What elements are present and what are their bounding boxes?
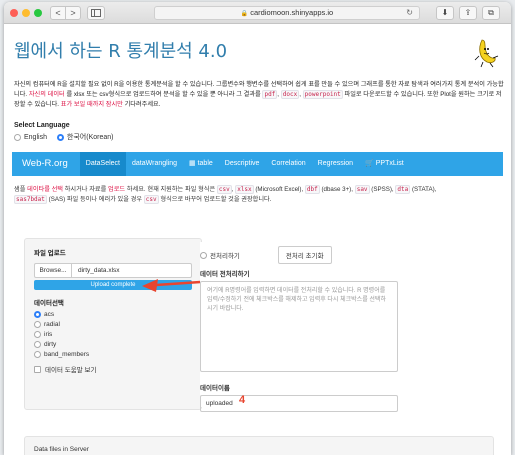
tab-descriptive[interactable]: Descriptive	[219, 152, 266, 176]
share-icon[interactable]: ⇪	[459, 6, 477, 20]
browse-button[interactable]: Browse...	[34, 263, 72, 278]
tab-table[interactable]: ▦ table	[183, 152, 219, 176]
notice-text: (SAS) 파일 등이나 에러가 있을 경우	[48, 195, 143, 203]
tab-regression[interactable]: Regression	[312, 152, 359, 176]
intro-description: 자신의 컴퓨터에 R을 설치할 필요 없이 R을 이용한 통계분석을 할 수 있…	[14, 81, 504, 108]
dancing-banana-icon	[474, 39, 499, 68]
minimize-window-button[interactable]	[22, 9, 30, 17]
radio-label: radial	[44, 320, 60, 328]
radio-button[interactable]	[34, 330, 41, 338]
reload-icon[interactable]: ↻	[406, 7, 413, 19]
upload-label: 파일 업로드	[34, 250, 66, 257]
file-upload-control[interactable]: Browse... dirty_data.xlsx	[34, 263, 192, 278]
notice-highlight: 데이타를 선택	[27, 185, 63, 193]
dataname-label: 데이터이름	[200, 385, 230, 392]
dataname-value: uploaded	[206, 400, 233, 407]
zoom-window-button[interactable]	[34, 9, 42, 17]
browser-toolbar: < > 🔒 cardiomoon.shinyapps.io ↻ ⬇ ⇪ ⧉	[4, 2, 511, 24]
code-csv: csv	[143, 194, 159, 204]
notice-text: 하세요. 현재 지원하는 파일 형식은	[126, 185, 216, 193]
radio-button-selected[interactable]	[34, 310, 41, 318]
code-powerpoint: powerpoint	[302, 90, 343, 99]
notice-highlight: 업로드	[108, 185, 126, 193]
tab-dataselect[interactable]: DataSelect	[79, 151, 127, 176]
page-title: 웹에서 하는 R 통계분석 4.0	[14, 41, 228, 62]
tab-pptxlist[interactable]: 🛒 PPTxList	[359, 152, 410, 176]
file-format-notice: 샘플 데이타를 선택 하시거나 자료를 업로드 하세요. 현재 지원하는 파일 …	[14, 184, 437, 204]
desc-text: 기다려주세요.	[124, 101, 161, 108]
server-files-label: Data files in Server	[34, 446, 89, 453]
dataset-option-iris[interactable]: iris	[34, 330, 192, 338]
language-radio-group: English 한국어(Korean)	[14, 132, 501, 143]
download-icon[interactable]: ⬇	[436, 6, 454, 20]
close-window-button[interactable]	[10, 9, 18, 17]
checkbox-label: 데이터 도움말 보기	[45, 367, 97, 374]
address-bar[interactable]: 🔒 cardiomoon.shinyapps.io ↻	[154, 6, 420, 20]
radio-button[interactable]	[34, 340, 41, 348]
radio-label: dirty	[44, 340, 57, 348]
notice-text: 형식으로 바꾸어 업로드할 것을 권장합니다.	[160, 195, 272, 203]
code-dta: dta	[395, 184, 411, 194]
code-sas7bdat: sas7bdat	[14, 194, 47, 204]
preprocess-row: 전처리하기 전처리 초기화	[200, 246, 500, 264]
preprocess-textarea-label: 데이터 전처리하기	[200, 271, 250, 278]
upload-sidebar-panel: 파일 업로드 Browse... dirty_data.xlsx Upload …	[24, 238, 202, 410]
checkbox[interactable]	[34, 365, 41, 373]
preprocess-checkbox[interactable]: 전처리하기	[200, 250, 240, 260]
tabs-overview-icon[interactable]: ⧉	[482, 6, 500, 20]
desc-highlight: 표가 보일 때까지 잠시만	[60, 101, 123, 108]
code-dbf: dbf	[304, 184, 320, 194]
notice-text: 하시거나 자료를	[64, 185, 107, 193]
dataset-radio-group: acs radial iris dirty band_members	[34, 310, 192, 358]
dataname-input[interactable]: uploaded 4	[200, 394, 398, 412]
language-option-english[interactable]: English	[14, 133, 47, 141]
language-option-korean[interactable]: 한국어(Korean)	[56, 132, 114, 142]
notice-text: (SPSS),	[371, 185, 394, 193]
checkbox-label: 전처리하기	[210, 253, 240, 260]
dataset-label: 데이터선택	[34, 300, 64, 307]
code-csv: csv	[216, 184, 232, 194]
notice-text: (STATA),	[411, 185, 437, 193]
notice-text: (Microsoft Excel),	[255, 185, 304, 193]
desc-text: 를 xlsx 또는 csv형식으로 업로드하여 분석을 할 수 있을 뿐 아니라…	[66, 91, 261, 98]
navbar-brand[interactable]: Web-R.org	[12, 158, 80, 169]
url-text: cardiomoon.shinyapps.io	[250, 8, 334, 17]
forward-button[interactable]: >	[65, 6, 81, 20]
radio-button[interactable]	[34, 320, 41, 328]
radio-label: acs	[44, 310, 55, 318]
language-label: Select Language	[14, 122, 70, 129]
radio-button[interactable]	[34, 350, 41, 358]
radio-label: English	[24, 133, 47, 141]
main-navbar: Web-R.org DataSelect dataWrangling ▦ tab…	[12, 151, 503, 176]
dataset-option-band-members[interactable]: band_members	[34, 350, 192, 358]
dataset-option-acs[interactable]: acs	[34, 310, 192, 318]
code-sav: sav	[354, 184, 370, 194]
code-xlsx: xlsx	[235, 184, 254, 194]
code-pdf: pdf	[262, 90, 278, 99]
reset-preprocess-button[interactable]: 전처리 초기화	[277, 246, 332, 264]
desc-highlight: 자신의 데이터	[28, 91, 65, 98]
data-help-checkbox[interactable]: 데이터 도움말 보기	[34, 364, 192, 374]
radio-label: band_members	[44, 350, 90, 358]
dataset-option-dirty[interactable]: dirty	[34, 340, 192, 348]
lock-icon: 🔒	[240, 11, 249, 17]
preprocess-code-textarea[interactable]: 여기에 R명령어를 입력하면 데이터를 전처리할 수 있습니다. R 명령어를 …	[200, 281, 398, 372]
radio-label: iris	[44, 330, 53, 338]
radio-label: 한국어(Korean)	[66, 134, 114, 141]
tab-datawrangling[interactable]: dataWrangling	[126, 152, 183, 176]
radio-button-selected[interactable]	[56, 133, 64, 141]
server-files-panel: Data files in Server	[24, 436, 494, 455]
radio-button[interactable]	[14, 133, 21, 141]
checkbox[interactable]	[200, 251, 207, 259]
notice-text: 샘플	[14, 185, 26, 193]
annotation-number: 4	[239, 394, 246, 406]
notice-text: (dbase 3+),	[321, 185, 353, 193]
preprocess-main-panel: 전처리하기 전처리 초기화 데이터 전처리하기 여기에 R명령어를 입력하면 데…	[200, 242, 500, 412]
tab-correlation[interactable]: Correlation	[265, 152, 311, 176]
file-name-field[interactable]: dirty_data.xlsx	[72, 263, 192, 278]
back-button[interactable]: <	[50, 6, 66, 20]
code-docx: docx	[280, 90, 300, 99]
dataset-option-radial[interactable]: radial	[34, 320, 192, 328]
sidebar-toggle-icon[interactable]	[87, 6, 105, 20]
